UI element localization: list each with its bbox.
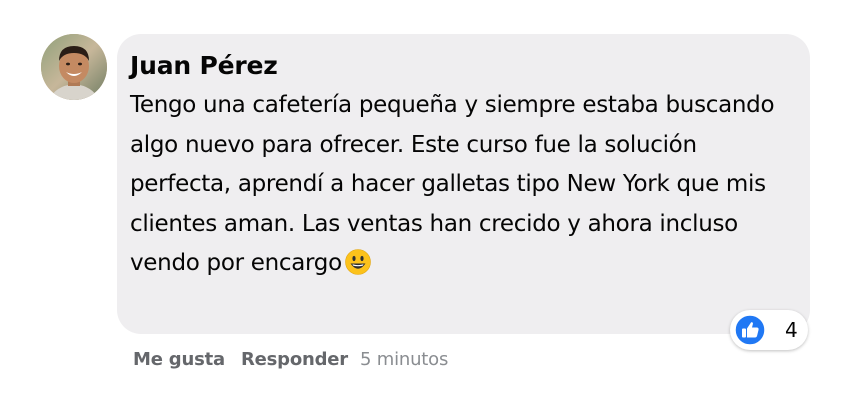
comment-actions: Me gusta Responder 5 minutos — [133, 346, 448, 374]
avatar[interactable] — [41, 34, 107, 100]
like-button[interactable]: Me gusta — [133, 346, 225, 374]
reaction-count: 4 — [785, 318, 798, 342]
comment-bubble: Juan Pérez Tengo una cafetería pequeña y… — [117, 34, 810, 334]
grinning-face-emoji — [345, 249, 371, 275]
comment-author[interactable]: Juan Pérez — [130, 48, 792, 84]
comment-text: Tengo una cafetería pequeña y siempre es… — [130, 86, 792, 284]
comment-body: Tengo una cafetería pequeña y siempre es… — [130, 92, 775, 276]
like-thumbs-up-icon — [734, 314, 766, 346]
timestamp[interactable]: 5 minutos — [360, 346, 448, 374]
user-avatar-photo — [41, 34, 107, 100]
reply-button[interactable]: Responder — [241, 346, 348, 374]
reaction-summary[interactable]: 4 — [730, 310, 808, 350]
